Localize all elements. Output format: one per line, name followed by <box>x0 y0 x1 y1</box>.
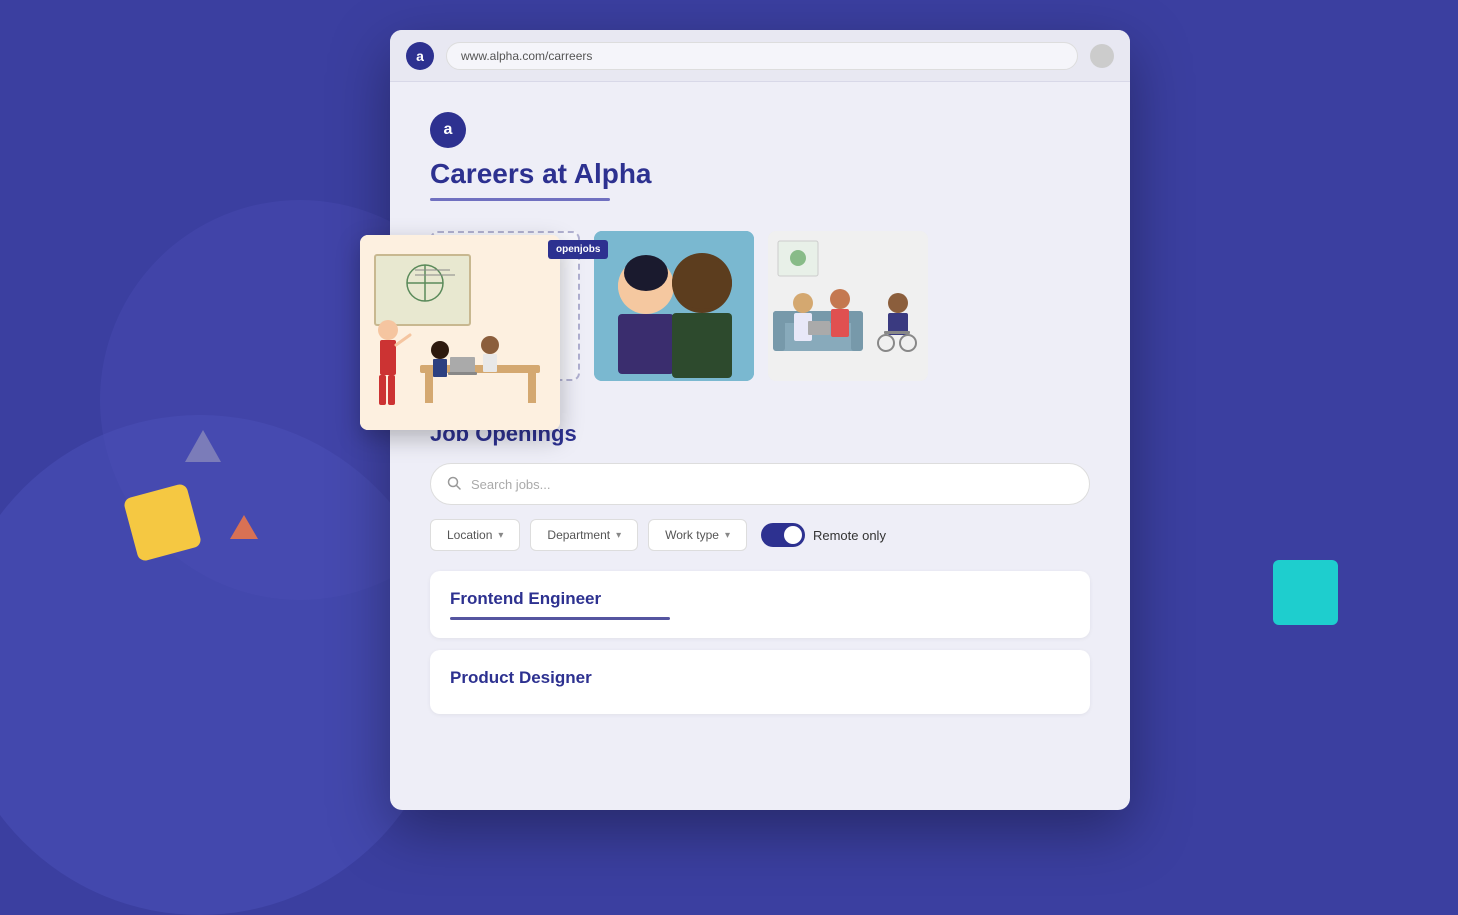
openjobs-badge: openjobs <box>548 240 608 259</box>
department-filter[interactable]: Department <box>530 519 638 551</box>
work-type-filter[interactable]: Work type <box>648 519 747 551</box>
page-title: Careers at Alpha <box>430 158 1090 190</box>
remote-only-toggle-container: Remote only <box>761 523 886 547</box>
location-filter[interactable]: Location <box>430 519 520 551</box>
browser-url-bar[interactable]: www.alpha.com/carreers <box>446 42 1078 70</box>
floating-classroom-image <box>360 235 560 430</box>
job-title-frontend: Frontend Engineer <box>450 589 1070 609</box>
url-text: www.alpha.com/carreers <box>461 49 592 63</box>
title-underline <box>430 198 610 201</box>
job-title-designer: Product Designer <box>450 668 1070 688</box>
job-card-designer[interactable]: Product Designer <box>430 650 1090 714</box>
gallery-image-team <box>594 231 754 381</box>
page-content-area: a Careers at Alpha + <box>390 82 1130 810</box>
browser-logo: a <box>406 42 434 70</box>
search-icon <box>447 476 461 493</box>
toggle-thumb <box>784 526 802 544</box>
site-logo: a <box>430 112 466 148</box>
job-card-frontend[interactable]: Frontend Engineer <box>430 571 1090 638</box>
deco-triangle-gray-icon <box>185 430 221 462</box>
gallery-image-office <box>768 231 928 381</box>
search-placeholder-text: Search jobs... <box>471 477 551 492</box>
job-underline-frontend <box>450 617 670 620</box>
job-search-bar[interactable]: Search jobs... <box>430 463 1090 505</box>
browser-action-button <box>1090 44 1114 68</box>
browser-bar: a www.alpha.com/carreers <box>390 30 1130 82</box>
filter-row: Location Department Work type Remote onl… <box>430 519 1090 551</box>
remote-only-toggle[interactable] <box>761 523 805 547</box>
remote-only-label: Remote only <box>813 528 886 543</box>
deco-teal-rectangle-icon <box>1273 560 1338 625</box>
deco-triangle-orange-icon <box>230 515 258 539</box>
